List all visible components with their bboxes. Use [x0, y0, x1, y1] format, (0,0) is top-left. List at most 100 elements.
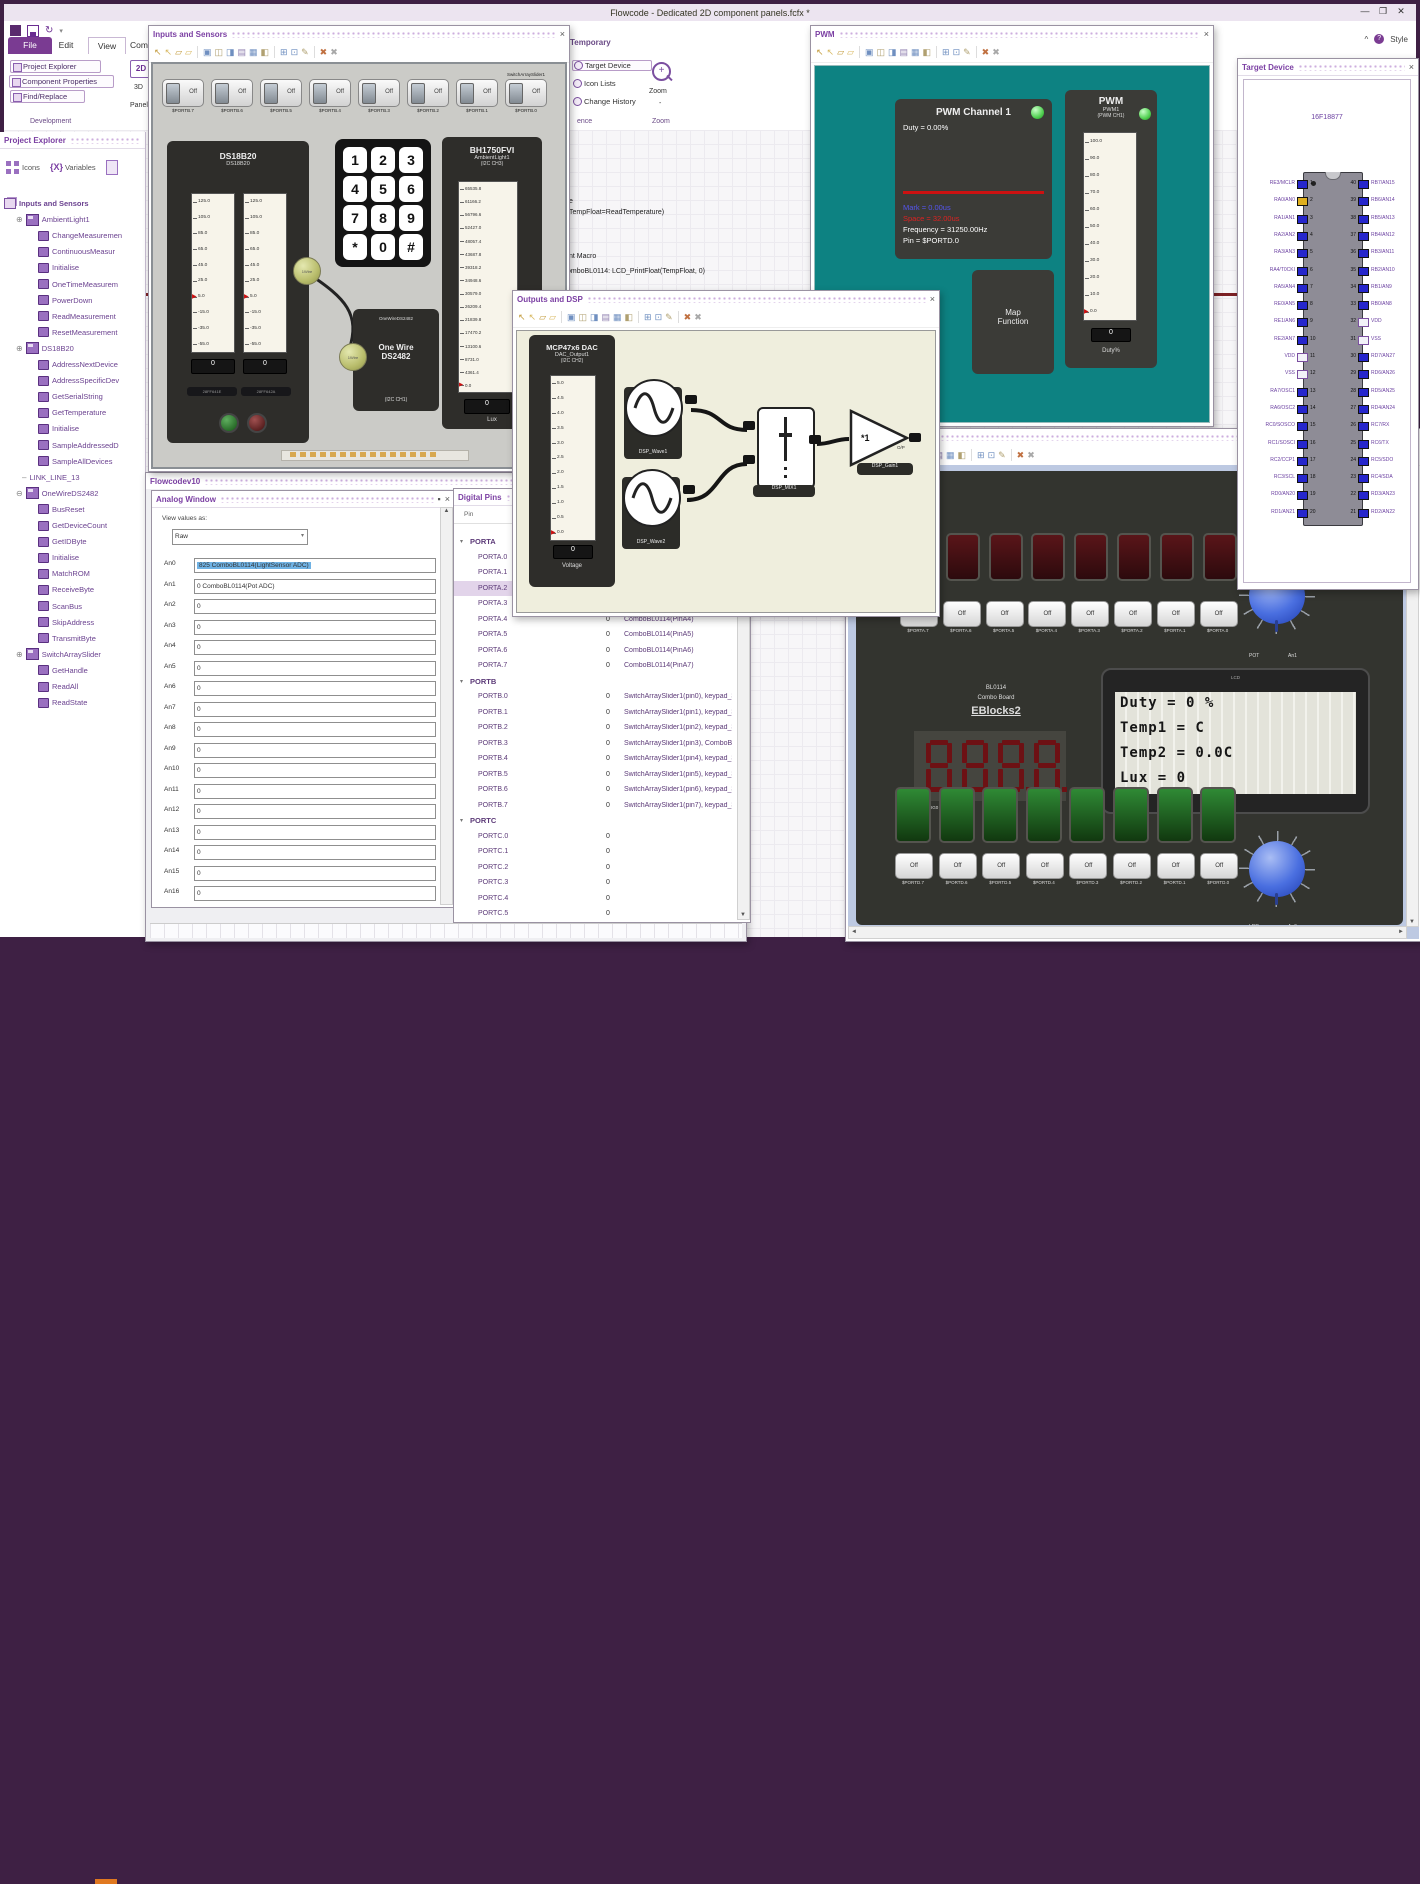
board-switch[interactable]: Off	[1199, 601, 1238, 627]
close-icon[interactable]: ×	[1204, 29, 1209, 39]
analog-value-field[interactable]: 0	[194, 783, 436, 799]
chip-icon[interactable]: ⊡	[988, 450, 996, 460]
digital-pin-row[interactable]: PORTB.5 0 SwitchArraySlider1(pin5), keypad…	[454, 767, 750, 782]
horizontal-scrollbar[interactable]: ◄ ►	[848, 926, 1407, 939]
chip-pin[interactable]	[1358, 301, 1369, 311]
cursor-icon[interactable]: ↖	[154, 47, 162, 57]
window-titlebar[interactable]: PWM ×	[811, 26, 1213, 43]
grid-icon[interactable]: ▦	[911, 47, 920, 57]
board-switch[interactable]: Off	[1069, 853, 1108, 879]
chip-pin[interactable]	[1297, 301, 1308, 311]
chip-icon[interactable]: ⊡	[291, 47, 299, 57]
tree-item-continuousmeasur[interactable]: ContinuousMeasur	[0, 244, 145, 259]
undo-icon[interactable]: ↻	[45, 25, 53, 36]
tree-item-transmitbyte[interactable]: TransmitByte	[0, 631, 145, 646]
cursor-add-icon[interactable]: ↖	[529, 312, 537, 322]
chip-body[interactable]	[1303, 172, 1363, 526]
new-component-icon[interactable]: ▣	[567, 312, 576, 322]
cursor-add-icon[interactable]: ↖	[827, 47, 835, 57]
tree-item-sampleaddressedd[interactable]: SampleAddressedD	[0, 438, 145, 453]
app-titlebar[interactable]: Flowcode - Dedicated 2D component panels…	[4, 4, 1416, 21]
edit-icon[interactable]: ✎	[963, 47, 971, 57]
chip-pin[interactable]	[1297, 231, 1308, 241]
chip-pin[interactable]	[1297, 422, 1308, 432]
analog-value-field[interactable]: 0	[194, 681, 436, 696]
tab-file[interactable]: File	[8, 37, 52, 54]
variables-tab[interactable]: {X} Variables	[50, 162, 96, 172]
chip-pin[interactable]	[1297, 439, 1308, 449]
chip-pin[interactable]	[1358, 335, 1369, 345]
orbit-icon[interactable]: ▱	[847, 47, 854, 57]
chip-pin[interactable]	[1358, 370, 1369, 380]
grid-icon[interactable]: ▦	[946, 450, 955, 460]
properties-icon[interactable]: ▤	[237, 47, 246, 57]
copy-icon[interactable]: ◫	[578, 312, 587, 322]
digital-pin-row[interactable]: ▾ PORTB	[454, 674, 750, 689]
analog-value-field[interactable]: 0	[194, 865, 436, 881]
tree-item-onetimemeasurem[interactable]: OneTimeMeasurem	[0, 277, 145, 292]
close-button[interactable]: ✕	[1392, 6, 1410, 17]
camera-icon[interactable]: ◧	[923, 47, 932, 57]
pwm-channel-block[interactable]: PWM Channel 1 Duty = 0.00% Mark = 0.00us…	[895, 99, 1052, 259]
analog-value-field[interactable]: 0	[194, 824, 436, 840]
tree-expander-icon[interactable]: ⊕	[16, 344, 23, 353]
window-titlebar[interactable]: Outputs and DSP ×	[513, 291, 939, 308]
onewire-node[interactable]: 1Wire	[339, 343, 367, 371]
tree-item-getidbyte[interactable]: GetIDByte	[0, 534, 145, 549]
board-switch[interactable]: Off	[985, 601, 1024, 627]
maximize-button[interactable]: ❐	[1374, 6, 1392, 17]
ldr-knob[interactable]	[1239, 831, 1315, 907]
onewire-node[interactable]: 1Wire	[293, 257, 321, 285]
digital-pin-row[interactable]: PORTC.0 0	[454, 829, 750, 844]
copy-icon[interactable]: ◫	[214, 47, 223, 57]
tree-item-skipaddress[interactable]: SkipAddress	[0, 615, 145, 630]
digital-pin-row[interactable]: PORTB.2 0 SwitchArraySlider1(pin2), keypad…	[454, 720, 750, 735]
board-switch[interactable]: Off	[1025, 853, 1064, 879]
chip-pin[interactable]	[1297, 266, 1308, 276]
chip-pin[interactable]	[1297, 318, 1308, 328]
zoom-in-icon[interactable]: +	[652, 62, 671, 81]
properties-icon[interactable]: ▤	[601, 312, 610, 322]
chip-pin[interactable]	[1358, 197, 1369, 207]
chip-pin[interactable]	[1358, 266, 1369, 276]
project-explorer-button[interactable]: Project Explorer	[10, 60, 101, 73]
temporary-window-title[interactable]: Temporary	[570, 38, 611, 47]
analog-value-field[interactable]: 0	[194, 599, 436, 614]
pan-icon[interactable]: ▱	[175, 47, 182, 57]
tab-view[interactable]: View	[88, 37, 126, 54]
chip-pin[interactable]	[1297, 180, 1308, 189]
delete-all-icon[interactable]: ✖	[1027, 450, 1035, 460]
panel-titlebar[interactable]: Analog Window ▪ ×	[152, 491, 454, 508]
chip-pin[interactable]	[1358, 422, 1369, 432]
digital-pin-row[interactable]: PORTB.1 0 SwitchArraySlider1(pin1), keypad…	[454, 705, 750, 720]
camera-icon[interactable]: ◧	[958, 450, 967, 460]
tree-item-readall[interactable]: ReadAll	[0, 679, 145, 694]
tree-item-gettemperature[interactable]: GetTemperature	[0, 405, 145, 420]
chip-pin[interactable]	[1358, 214, 1369, 224]
tree-expander-icon[interactable]: ⊕	[16, 215, 23, 224]
app-icon[interactable]	[10, 25, 21, 36]
chip-pin[interactable]	[1358, 231, 1369, 241]
horizontal-scrollbar[interactable]	[281, 450, 469, 461]
edit-icon[interactable]: ✎	[665, 312, 673, 322]
cursor-icon[interactable]: ↖	[518, 312, 526, 322]
chip-pin[interactable]	[1297, 214, 1308, 224]
delete-icon[interactable]: ✖	[320, 47, 328, 57]
tree-item-initialise[interactable]: Initialise	[0, 550, 145, 565]
minimize-button[interactable]: —	[1356, 6, 1374, 16]
zoom-minus[interactable]: -	[659, 100, 661, 107]
chip-pin[interactable]	[1358, 318, 1369, 328]
add-icon[interactable]: ⊞	[280, 47, 288, 57]
pan-icon[interactable]: ▱	[837, 47, 844, 57]
tree-item-onewireds2482[interactable]: ⊖ OneWireDS2482	[0, 486, 145, 501]
tree-item-link-line-13[interactable]: – LINK_LINE_13	[0, 470, 145, 485]
board-switch[interactable]: Off	[895, 853, 933, 879]
mixer-block[interactable]	[757, 407, 815, 489]
chip-pin[interactable]	[1358, 353, 1369, 362]
analog-value-field[interactable]: 0	[194, 640, 436, 655]
chip-pin[interactable]	[1297, 491, 1308, 501]
digital-pin-row[interactable]: PORTC.1 0	[454, 844, 750, 859]
board-switch[interactable]: Off	[1071, 601, 1110, 627]
chevron-down-icon[interactable]: ▾	[59, 27, 63, 35]
chip-pin[interactable]	[1297, 370, 1308, 380]
